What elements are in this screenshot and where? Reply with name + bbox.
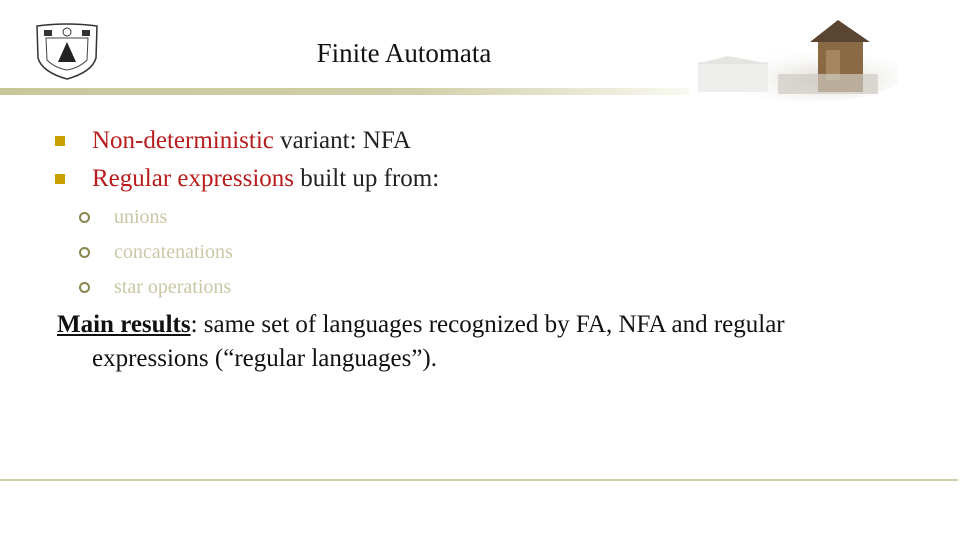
bullet-list: Non-deterministic variant: NFA Regular e… bbox=[55, 122, 439, 305]
sub-bullet-text: concatenations bbox=[114, 241, 233, 263]
main-results-paragraph: Main results: same set of languages reco… bbox=[57, 308, 917, 376]
main-results-text: : same set of languages recognized by FA… bbox=[190, 311, 785, 338]
main-results-text-continued: expressions (“regular languages”). bbox=[92, 345, 437, 372]
sub-bullet-item: star operations bbox=[79, 270, 439, 305]
circle-bullet-icon bbox=[79, 212, 90, 223]
sub-bullet-text: star operations bbox=[114, 276, 232, 298]
sub-bullet-item: concatenations bbox=[79, 235, 439, 270]
sub-bullet-item: unions bbox=[79, 200, 439, 235]
circle-bullet-icon bbox=[79, 282, 90, 293]
bullet-item: Non-deterministic variant: NFA bbox=[55, 122, 439, 160]
ancient-tower-building-image bbox=[688, 12, 903, 102]
square-bullet-icon bbox=[55, 174, 65, 184]
slide-title: Finite Automata bbox=[316, 38, 492, 68]
bullet-text: built up from: bbox=[294, 165, 440, 192]
bullet-highlight: Regular expressions bbox=[92, 165, 295, 192]
sub-bullet-text: unions bbox=[114, 206, 168, 228]
bullet-text: variant: NFA bbox=[273, 127, 411, 154]
header-divider bbox=[0, 88, 690, 95]
square-bullet-icon bbox=[55, 136, 65, 146]
circle-bullet-icon bbox=[79, 247, 90, 258]
bullet-item: Regular expressions built up from: bbox=[55, 160, 439, 198]
main-results-label: Main results bbox=[57, 311, 191, 338]
bullet-highlight: Non-deterministic bbox=[92, 127, 274, 154]
footer-divider bbox=[0, 479, 958, 481]
